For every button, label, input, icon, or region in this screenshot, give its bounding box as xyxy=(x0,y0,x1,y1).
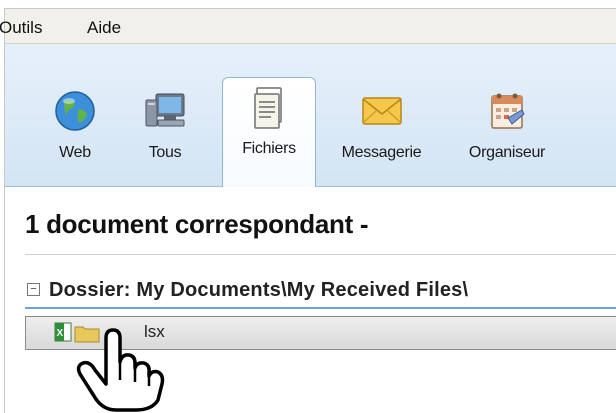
envelope-icon xyxy=(361,97,402,125)
tab-messagerie[interactable]: Messagerie xyxy=(324,82,439,186)
tab-fichiers[interactable]: Fichiers xyxy=(222,77,316,187)
hand-pointer-icon xyxy=(76,328,165,412)
tab-messagerie-label: Messagerie xyxy=(341,144,422,161)
globe-icon xyxy=(55,91,95,131)
divider xyxy=(25,254,616,255)
document-icon xyxy=(254,87,282,129)
category-toolbar: Web Tous Fichiers Messagerie Organiseur xyxy=(5,44,616,187)
tab-web[interactable]: Web xyxy=(29,82,121,186)
folder-path-label: Dossier: My Documents\My Received Files\ xyxy=(49,279,469,301)
menu-outils[interactable]: Outils xyxy=(0,18,42,38)
tab-fichiers-label: Fichiers xyxy=(242,140,296,157)
tab-tous-label: Tous xyxy=(148,144,182,161)
folder-underline xyxy=(25,307,616,309)
tab-web-label: Web xyxy=(59,144,91,161)
computer-icon xyxy=(145,93,185,127)
results-count-heading: 1 document correspondant - xyxy=(25,209,369,239)
tab-tous[interactable]: Tous xyxy=(119,82,211,186)
menu-bar: Outils Aide xyxy=(0,9,616,44)
tab-organiseur-label: Organiseur xyxy=(468,144,546,161)
menu-aide[interactable]: Aide xyxy=(87,18,121,38)
calendar-icon xyxy=(491,93,525,129)
tab-organiseur[interactable]: Organiseur xyxy=(449,82,565,186)
collapse-toggle-icon[interactable]: − xyxy=(27,283,40,296)
svg-text:X: X xyxy=(57,328,64,339)
